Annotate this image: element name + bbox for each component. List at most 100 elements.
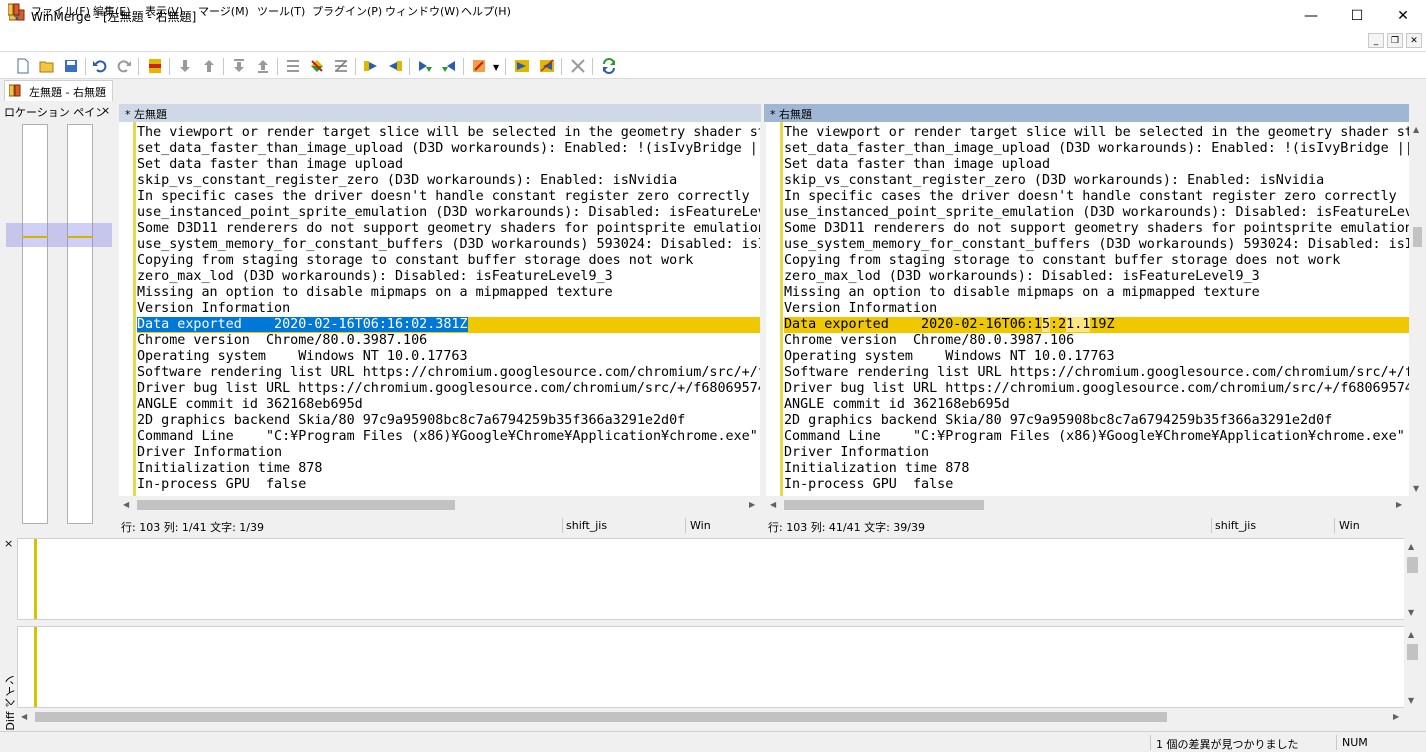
right-horizontal-scrollbar[interactable]: ◀ ▶ [766, 497, 1426, 512]
right-vertical-scrollbar[interactable]: ▲ ▼ [1409, 122, 1426, 496]
scroll-left-icon[interactable]: ◀ [21, 712, 27, 721]
text-line: set_data_faster_than_image_upload (D3D w… [137, 141, 760, 156]
diff-pane-close-button[interactable]: × [4, 537, 13, 550]
first-diff-icon[interactable] [229, 56, 249, 76]
right-margin [766, 122, 783, 496]
redo-icon[interactable] [114, 56, 134, 76]
diff-pane-left[interactable] [17, 538, 1405, 620]
scroll-right-icon[interactable]: ▶ [1393, 712, 1399, 721]
toolbar: ▼ [0, 51, 1426, 79]
status-separator [1211, 518, 1212, 533]
scroll-left-icon[interactable]: ◀ [770, 500, 776, 509]
text-line: ANGLE commit id 362168eb695d [137, 397, 363, 412]
text-line: Missing an option to disable mipmaps on … [137, 285, 613, 300]
left-status: 行: 103 列: 1/41 文字: 1/39 shift_jis Win [119, 517, 760, 535]
refresh-icon[interactable] [599, 56, 619, 76]
copy-left-icon[interactable] [385, 56, 405, 76]
right-hscroll-thumb[interactable] [784, 500, 984, 510]
diff-right-vertical-scrollbar[interactable]: ▲ ▼ [1404, 626, 1421, 708]
menu-view[interactable]: 表示(V) [145, 3, 183, 19]
mdi-restore-button[interactable]: ❐ [1387, 33, 1403, 48]
text-line: Driver Information [137, 445, 283, 460]
toolbar-separator [505, 58, 506, 75]
open-icon[interactable] [37, 56, 57, 76]
scroll-up-icon[interactable]: ▲ [1408, 630, 1414, 639]
copy-right-icon[interactable] [361, 56, 381, 76]
menu-help[interactable]: ヘルプ(H) [461, 3, 511, 19]
minimize-button[interactable]: — [1288, 0, 1334, 31]
status-bar: 1 個の差異が見つかりました NUM [0, 731, 1426, 752]
copy-left-advance-icon[interactable] [439, 56, 459, 76]
location-bar-left[interactable] [22, 124, 48, 524]
toggle-diff-icon[interactable] [145, 56, 165, 76]
diff-horizontal-scrollbar[interactable]: ◀ ▶ [17, 709, 1405, 725]
text-line: Missing an option to disable mipmaps on … [784, 285, 1260, 300]
selected-text: Data exported 2020-02-16T06:16:02.381Z [137, 317, 468, 332]
right-editor[interactable]: The viewport or render target slice will… [766, 122, 1409, 496]
prev-diff-icon[interactable] [199, 56, 219, 76]
menu-edit[interactable]: 編集(E) [93, 3, 131, 19]
current-diff-icon[interactable] [283, 56, 303, 76]
diff-pane-right[interactable] [17, 626, 1405, 708]
diff-hscroll-thumb[interactable] [35, 712, 1167, 722]
left-horizontal-scrollbar[interactable]: ◀ ▶ [119, 497, 760, 512]
copy-all-left-icon[interactable] [537, 56, 557, 76]
diff-text: :2 [1050, 317, 1067, 332]
menu-tools[interactable]: ツール(T) [257, 3, 305, 19]
maximize-button[interactable]: ☐ [1334, 0, 1380, 31]
scroll-up-icon[interactable]: ▲ [1413, 125, 1419, 134]
menu-window[interactable]: ウィンドウ(W) [385, 3, 459, 19]
chevron-down-icon[interactable]: ▼ [493, 63, 499, 72]
diff-text: 19Z [1090, 317, 1115, 332]
status-separator [1150, 735, 1151, 750]
status-separator [1336, 735, 1337, 750]
scroll-down-icon[interactable]: ▼ [1408, 696, 1414, 705]
select-lines-icon[interactable] [331, 56, 351, 76]
scroll-down-icon[interactable]: ▼ [1413, 484, 1419, 493]
merge-mode-icon[interactable] [568, 56, 588, 76]
text-line: use_system_memory_for_constant_buffers (… [137, 237, 760, 252]
text-line: zero_max_lod (D3D workarounds): Disabled… [137, 269, 613, 284]
right-encoding: shift_jis [1215, 519, 1257, 532]
mdi-close-button[interactable]: ✕ [1406, 33, 1422, 48]
next-diff-icon[interactable] [175, 56, 195, 76]
text-line: Software rendering list URL https://chro… [784, 365, 1409, 380]
options-icon[interactable] [469, 56, 489, 76]
left-hscroll-thumb[interactable] [137, 500, 455, 510]
scroll-right-icon[interactable]: ▶ [1396, 500, 1402, 509]
right-status: 行: 103 列: 41/41 文字: 39/39 shift_jis Win [766, 517, 1426, 535]
toolbar-separator [355, 58, 356, 75]
scroll-down-icon[interactable]: ▼ [1408, 608, 1414, 617]
status-separator [685, 518, 686, 533]
menu-merge[interactable]: マージ(M) [198, 3, 249, 19]
location-pane-close-button[interactable]: × [101, 104, 110, 117]
text-line: The viewport or render target slice will… [784, 125, 1409, 140]
menu-file[interactable]: ファイル(F) [31, 3, 90, 19]
close-button[interactable]: ✕ [1380, 0, 1426, 31]
location-bar-right[interactable] [67, 124, 93, 524]
right-vscroll-thumb[interactable] [1413, 227, 1422, 247]
left-margin [119, 122, 136, 496]
scroll-left-icon[interactable]: ◀ [123, 500, 129, 509]
save-icon[interactable] [61, 56, 81, 76]
copy-right-advance-icon[interactable] [415, 56, 435, 76]
location-viewport[interactable] [6, 223, 112, 247]
copy-all-diff-icon[interactable] [307, 56, 327, 76]
copy-all-right-icon[interactable] [512, 56, 532, 76]
text-line: Driver bug list URL https://chromium.goo… [137, 381, 760, 396]
undo-icon[interactable] [90, 56, 110, 76]
diff-left-vertical-scrollbar[interactable]: ▲ ▼ [1404, 538, 1421, 620]
document-icon[interactable] [7, 3, 20, 16]
scroll-up-icon[interactable]: ▲ [1408, 542, 1414, 551]
left-editor[interactable]: The viewport or render target slice will… [119, 122, 760, 496]
diff-left-vscroll-thumb[interactable] [1407, 557, 1418, 573]
last-diff-icon[interactable] [253, 56, 273, 76]
new-icon[interactable] [13, 56, 33, 76]
diff-right-vscroll-thumb[interactable] [1407, 644, 1418, 660]
diff-line: Data exported 2020-02-16T06:16:02.381Z [137, 317, 760, 333]
text-line: use_instanced_point_sprite_emulation (D3… [784, 205, 1409, 220]
mdi-minimize-button[interactable]: _ [1368, 33, 1384, 48]
scroll-right-icon[interactable]: ▶ [749, 500, 755, 509]
text-line: Version Information [137, 301, 291, 316]
menu-plugins[interactable]: プラグイン(P) [312, 3, 382, 19]
